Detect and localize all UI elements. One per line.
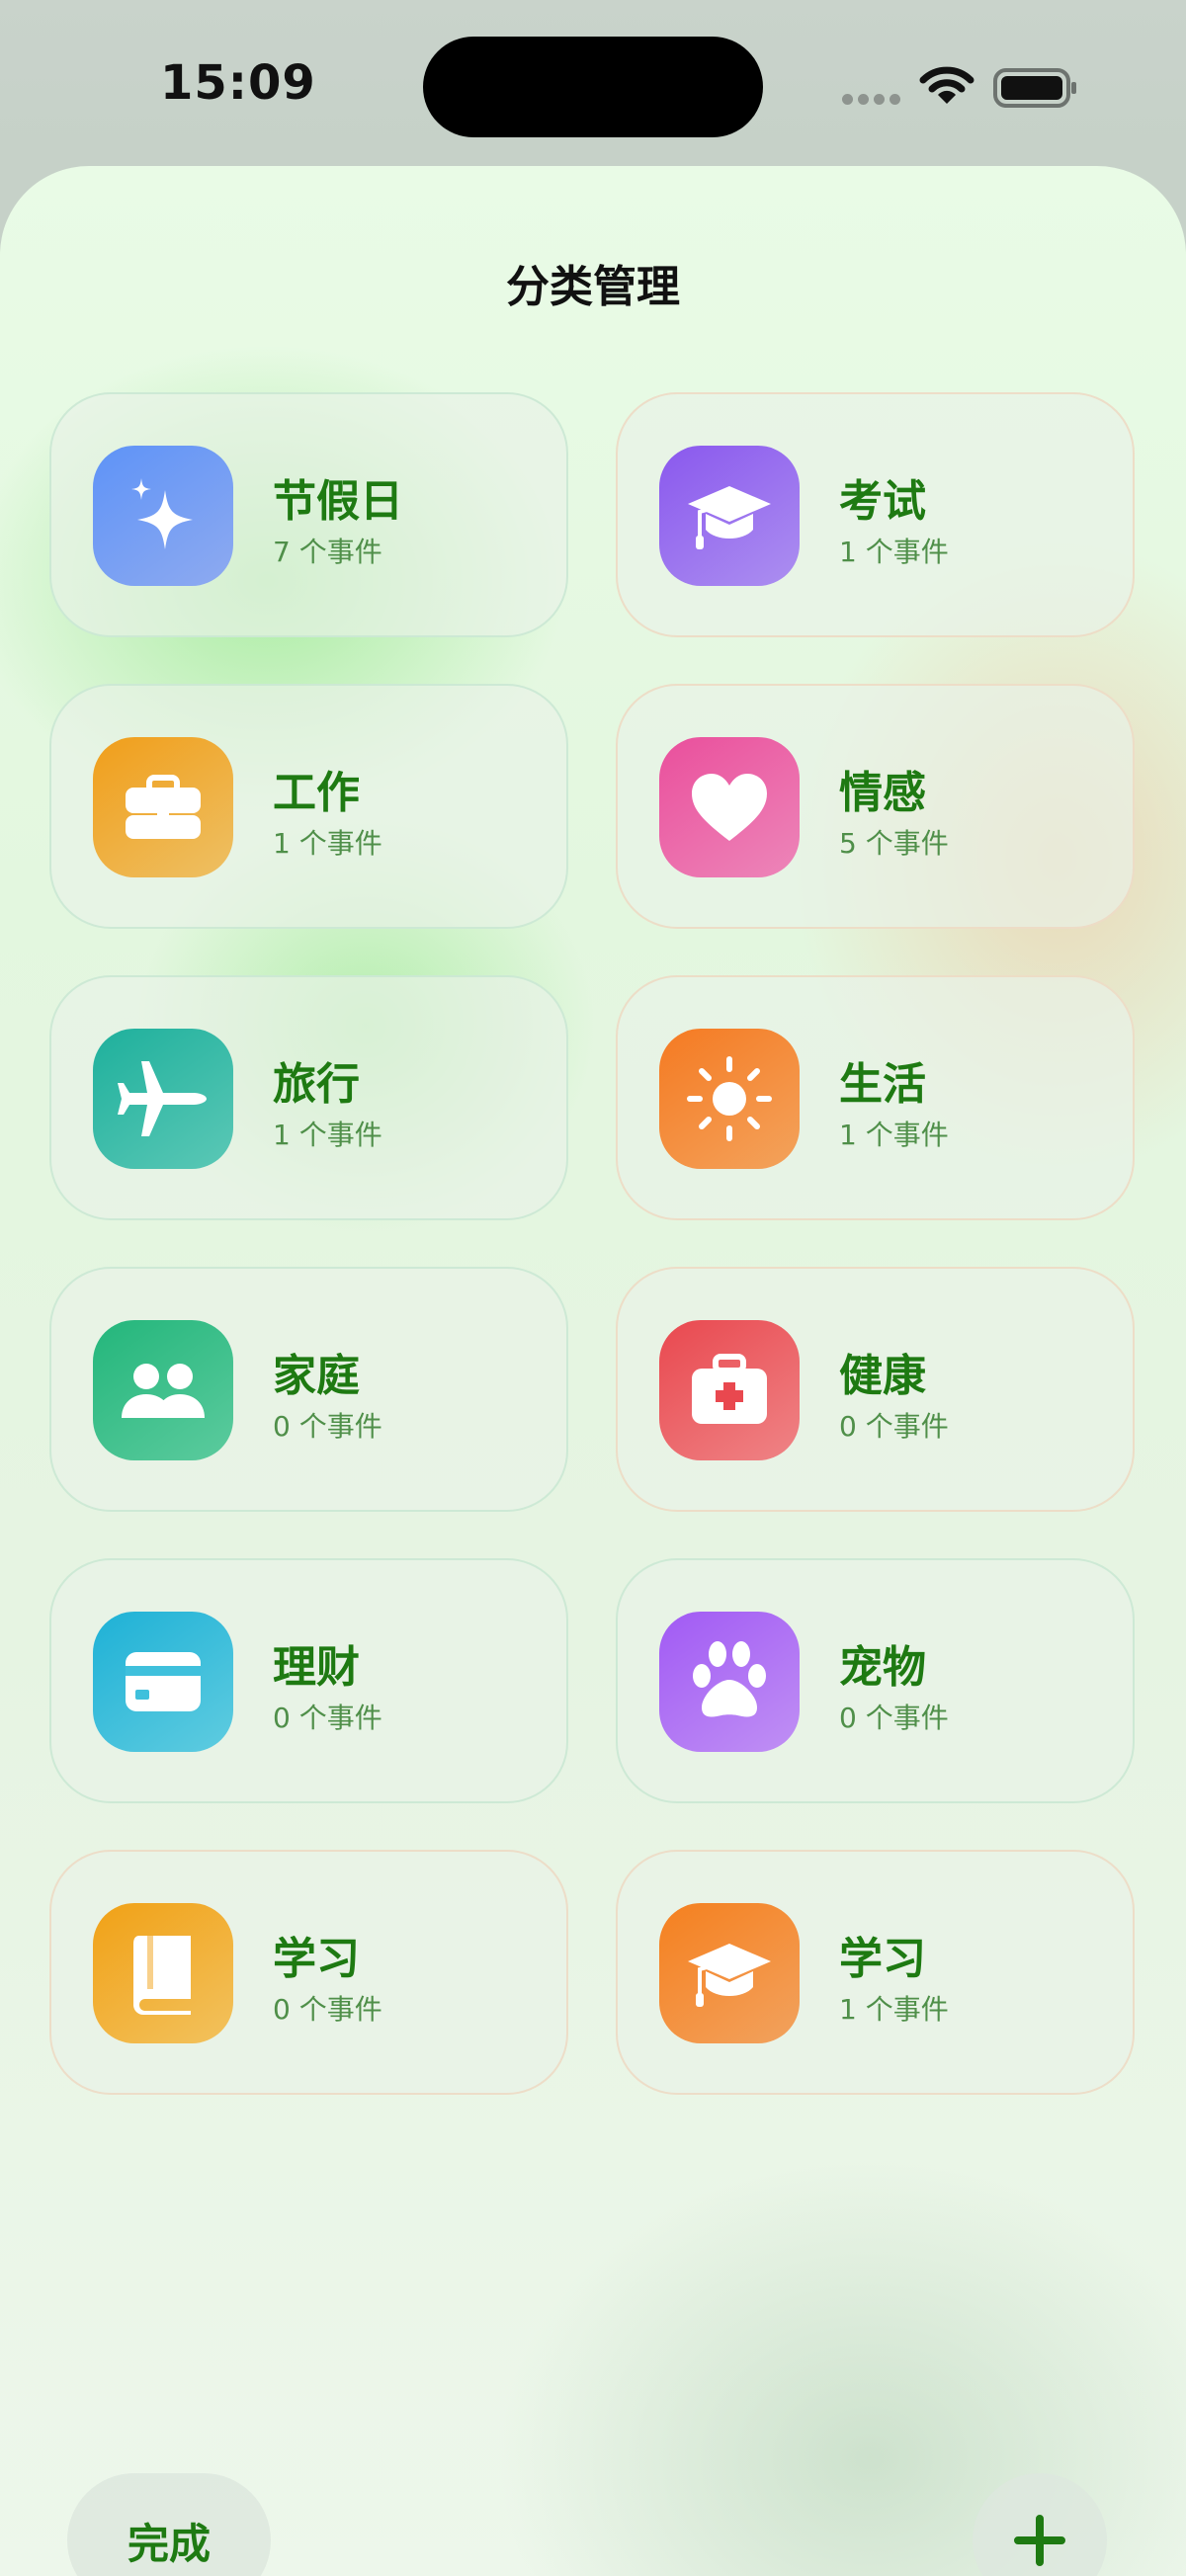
graduation-cap-icon xyxy=(659,446,800,586)
category-name: 工作 xyxy=(273,768,360,818)
category-name: 生活 xyxy=(839,1059,926,1110)
wifi-icon xyxy=(919,66,974,104)
category-event-count: 1 个事件 xyxy=(273,827,382,860)
book-icon xyxy=(93,1903,233,2043)
status-time: 15:09 xyxy=(160,55,316,111)
category-name: 健康 xyxy=(839,1351,926,1401)
category-card[interactable]: 理财 0 个事件 xyxy=(49,1558,568,1803)
category-event-count: 1 个事件 xyxy=(839,536,949,568)
category-name: 情感 xyxy=(839,768,926,818)
done-button-label: 完成 xyxy=(127,2519,211,2568)
sparkles-icon xyxy=(93,446,233,586)
category-name: 宠物 xyxy=(839,1642,926,1693)
category-name: 旅行 xyxy=(273,1059,360,1110)
sun-icon xyxy=(659,1029,800,1169)
done-button[interactable]: 完成 xyxy=(67,2473,271,2576)
category-event-count: 1 个事件 xyxy=(839,1993,949,2026)
briefcase-icon xyxy=(93,737,233,877)
category-card[interactable]: 节假日 7 个事件 xyxy=(49,392,568,637)
category-event-count: 1 个事件 xyxy=(839,1119,949,1151)
category-name: 学习 xyxy=(273,1934,360,1984)
category-card[interactable]: 家庭 0 个事件 xyxy=(49,1267,568,1512)
category-card[interactable]: 学习 1 个事件 xyxy=(616,1850,1135,2095)
category-card[interactable]: 工作 1 个事件 xyxy=(49,684,568,929)
people-icon xyxy=(93,1320,233,1460)
category-card[interactable]: 健康 0 个事件 xyxy=(616,1267,1135,1512)
category-name: 节假日 xyxy=(273,476,403,527)
battery-icon xyxy=(993,68,1076,108)
category-card[interactable]: 旅行 1 个事件 xyxy=(49,975,568,1220)
category-name: 学习 xyxy=(839,1934,926,1984)
paw-icon xyxy=(659,1612,800,1752)
add-category-button[interactable] xyxy=(973,2473,1107,2576)
category-card[interactable]: 宠物 0 个事件 xyxy=(616,1558,1135,1803)
category-card[interactable]: 学习 0 个事件 xyxy=(49,1850,568,2095)
heart-icon xyxy=(659,737,800,877)
category-card[interactable]: 生活 1 个事件 xyxy=(616,975,1135,1220)
airplane-icon xyxy=(93,1029,233,1169)
category-card[interactable]: 考试 1 个事件 xyxy=(616,392,1135,637)
dynamic-island xyxy=(423,37,763,137)
category-card[interactable]: 情感 5 个事件 xyxy=(616,684,1135,929)
category-sheet: 分类管理 节假日 7 个事件 考试 1 个事件 工作 1 个事件 情感 5 个事件 旅行 1 个事… xyxy=(0,166,1186,2576)
category-event-count: 0 个事件 xyxy=(273,1410,382,1443)
category-event-count: 1 个事件 xyxy=(273,1119,382,1151)
category-name: 家庭 xyxy=(273,1351,360,1401)
graduation-cap-icon xyxy=(659,1903,800,2043)
page-title: 分类管理 xyxy=(506,262,680,312)
credit-card-icon xyxy=(93,1612,233,1752)
category-name: 考试 xyxy=(839,476,926,527)
category-event-count: 0 个事件 xyxy=(839,1410,949,1443)
medical-kit-icon xyxy=(659,1320,800,1460)
category-event-count: 0 个事件 xyxy=(839,1702,949,1734)
category-event-count: 7 个事件 xyxy=(273,536,382,568)
category-event-count: 0 个事件 xyxy=(273,1993,382,2026)
category-event-count: 5 个事件 xyxy=(839,827,949,860)
plus-icon xyxy=(1014,2515,1065,2566)
category-name: 理财 xyxy=(273,1642,360,1693)
category-event-count: 0 个事件 xyxy=(273,1702,382,1734)
